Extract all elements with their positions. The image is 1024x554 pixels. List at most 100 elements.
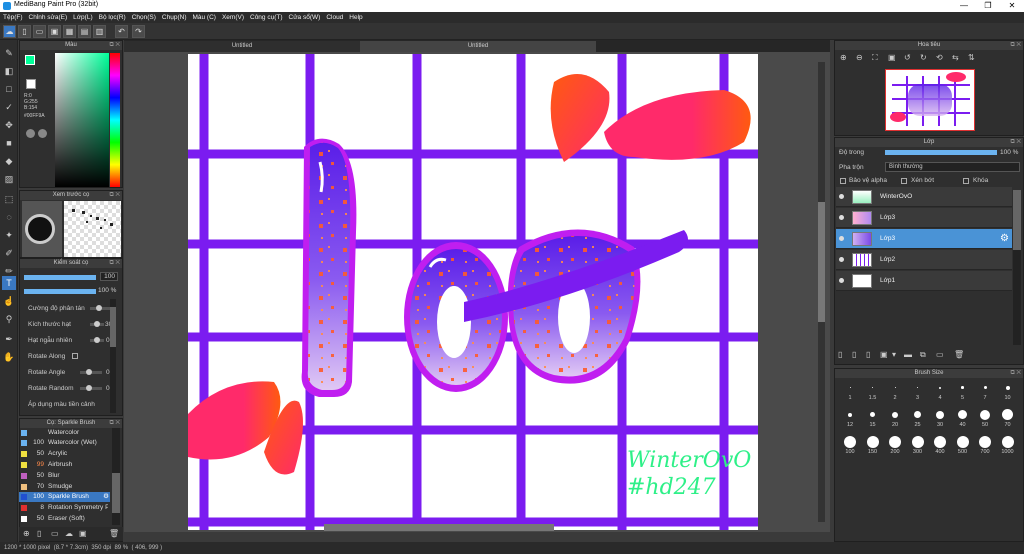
brush-list-scrollbar[interactable] xyxy=(112,428,120,525)
brush-item[interactable]: 50 Blur xyxy=(19,471,110,481)
new-folder-layer-icon[interactable]: ▯ xyxy=(866,350,870,359)
brush-size-option[interactable]: 70 xyxy=(996,408,1020,428)
minimize-button[interactable]: — xyxy=(952,0,976,12)
layer-visibility-icon[interactable] xyxy=(839,215,844,220)
shape-tool-icon[interactable]: ■ xyxy=(2,136,16,150)
eyedropper-tool-icon[interactable]: ⚲ xyxy=(2,312,16,326)
brush-size-option[interactable]: 300 xyxy=(906,435,930,455)
select-pen-tool-icon[interactable]: ✐ xyxy=(2,246,16,260)
brush-size-option[interactable]: 30 xyxy=(928,408,952,428)
brush-size-slider[interactable] xyxy=(24,275,96,280)
layer-visibility-icon[interactable] xyxy=(839,257,844,262)
actual-size-icon[interactable]: ▣ xyxy=(888,53,896,62)
menu-cloud[interactable]: Cloud xyxy=(323,12,346,23)
layer-row[interactable]: Lớp3 xyxy=(836,208,1012,228)
menu-window[interactable]: Cửa sổ(W) xyxy=(286,12,324,23)
menu-color[interactable]: Màu (C) xyxy=(189,12,218,23)
menu-view[interactable]: Xem(V) xyxy=(219,12,247,23)
lock-checkbox[interactable] xyxy=(963,178,969,184)
layer-opacity-slider[interactable] xyxy=(885,150,997,155)
add-brush-icon[interactable]: ⊕ xyxy=(23,529,30,538)
text-tool-icon[interactable]: T xyxy=(2,276,16,290)
layer-settings-gear-icon[interactable]: ⚙ xyxy=(1000,233,1009,244)
brush-opacity-slider[interactable] xyxy=(24,289,96,294)
snap-icon[interactable]: ▤ xyxy=(78,25,91,38)
color-wheel-icon[interactable] xyxy=(26,129,35,138)
delete-layer-icon[interactable]: 🗑 xyxy=(954,350,964,359)
gradient-tool-icon[interactable]: ▨ xyxy=(2,172,16,186)
brush-item[interactable]: 8 Rotation Symmetry P xyxy=(19,503,110,513)
menu-tools[interactable]: Công cụ(T) xyxy=(247,12,286,23)
duplicate-layer-icon[interactable]: ▣ xyxy=(880,350,888,359)
undo-icon[interactable]: ↶ xyxy=(115,25,128,38)
layer-clear-icon[interactable]: ▭ xyxy=(936,350,944,359)
move-tool-icon[interactable]: ✥ xyxy=(2,118,16,132)
tab-untitled-1[interactable]: Untitled xyxy=(124,41,360,52)
brush-size-option[interactable]: 500 xyxy=(951,435,975,455)
brush-size-option[interactable]: 200 xyxy=(883,435,907,455)
brush-settings-gear-icon[interactable]: ⚙ xyxy=(103,492,109,502)
rotate-reset-icon[interactable]: ⟲ xyxy=(936,53,943,62)
brush-size-option[interactable]: 12 xyxy=(838,408,862,428)
brush-size-option[interactable]: 3 xyxy=(906,381,930,401)
brush-size-option[interactable]: 400 xyxy=(928,435,952,455)
brush-tool-icon[interactable]: ✎ xyxy=(2,46,16,60)
close-button[interactable]: ✕ xyxy=(1000,0,1024,12)
brush-folder-icon[interactable]: ▣ xyxy=(79,529,87,538)
menu-filter[interactable]: Bộ lọc(R) xyxy=(96,12,129,23)
artwork-canvas[interactable]: WinterOvO #hd247 xyxy=(124,52,830,532)
brush-delete-icon[interactable]: 🗑 xyxy=(109,529,119,538)
fill-icon[interactable]: ▥ xyxy=(93,25,106,38)
pen-tool-icon[interactable]: ✓ xyxy=(2,100,16,114)
operation-tool-icon[interactable]: ☝ xyxy=(2,294,16,308)
brush-size-option[interactable]: 4 xyxy=(928,381,952,401)
brush-size-option[interactable]: 100 xyxy=(838,435,862,455)
random-particle-slider[interactable] xyxy=(90,337,104,343)
layer-visibility-icon[interactable] xyxy=(839,278,844,283)
brush-size-option[interactable]: 15 xyxy=(861,408,885,428)
brush-copy-icon[interactable]: ▭ xyxy=(51,529,59,538)
brush-size-option[interactable]: 1 xyxy=(838,381,862,401)
menu-file[interactable]: Tệp(F) xyxy=(0,12,26,23)
brush-size-option[interactable]: 150 xyxy=(861,435,885,455)
flip-horizontal-icon[interactable]: ⇆ xyxy=(952,53,959,62)
pen-hand-tool-icon[interactable]: ✒ xyxy=(2,332,16,346)
rotate-left-icon[interactable]: ↺ xyxy=(904,53,911,62)
rotate-angle-slider[interactable] xyxy=(80,369,102,375)
eraser-tool-icon[interactable]: ◧ xyxy=(2,64,16,78)
brush-size-option[interactable]: 700 xyxy=(973,435,997,455)
canvas-area[interactable]: WinterOvO #hd247 xyxy=(124,52,830,532)
select-tool-icon[interactable]: ⬚ xyxy=(2,192,16,206)
layer-type-dropdown-icon[interactable]: ▾ xyxy=(892,350,896,359)
brush-size-option[interactable]: 25 xyxy=(906,408,930,428)
brush-item[interactable]: Watercolor xyxy=(19,428,110,438)
zoom-out-icon[interactable]: ⊖ xyxy=(856,53,863,62)
layer-row[interactable]: Lớp1 xyxy=(836,271,1012,291)
menu-edit[interactable]: Chỉnh sửa(E) xyxy=(26,12,71,23)
hand-tool-icon[interactable]: ✋ xyxy=(2,350,16,364)
layer-folder-icon[interactable]: ▬ xyxy=(904,350,912,359)
merge-layer-icon[interactable]: ⧉ xyxy=(920,350,926,360)
open-file-icon[interactable]: ▭ xyxy=(33,25,46,38)
layer-row[interactable]: WinterOvO xyxy=(836,187,1012,207)
brush-item[interactable]: 50 Eraser (Soft) xyxy=(19,514,110,524)
dot-tool-icon[interactable]: □ xyxy=(2,82,16,96)
brush-cloud-icon[interactable]: ☁ xyxy=(65,529,73,538)
rotate-right-icon[interactable]: ↻ xyxy=(920,53,927,62)
brush-item[interactable]: 70 Smudge xyxy=(19,482,110,492)
brush-size-option[interactable]: 1.5 xyxy=(861,381,885,401)
brush-size-option[interactable]: 20 xyxy=(883,408,907,428)
menu-select[interactable]: Chọn(S) xyxy=(129,12,159,23)
clipping-checkbox[interactable] xyxy=(901,178,907,184)
brush-size-option[interactable]: 10 xyxy=(996,381,1020,401)
rotate-random-slider[interactable] xyxy=(80,385,102,391)
rotate-along-checkbox[interactable] xyxy=(72,353,78,359)
save-icon[interactable]: ▣ xyxy=(48,25,61,38)
brush-item-selected[interactable]: 100 Sparkle Brush ⚙ xyxy=(19,492,110,502)
brush-item[interactable]: 100 Watercolor (Wet) xyxy=(19,438,110,448)
new-file-icon[interactable]: ▯ xyxy=(18,25,31,38)
new-halftone-layer-icon[interactable]: ▯ xyxy=(852,350,856,359)
brush-size-option[interactable]: 7 xyxy=(973,381,997,401)
layer-row[interactable]: Lớp2 xyxy=(836,250,1012,270)
tab-untitled-2[interactable]: Untitled xyxy=(360,41,596,52)
